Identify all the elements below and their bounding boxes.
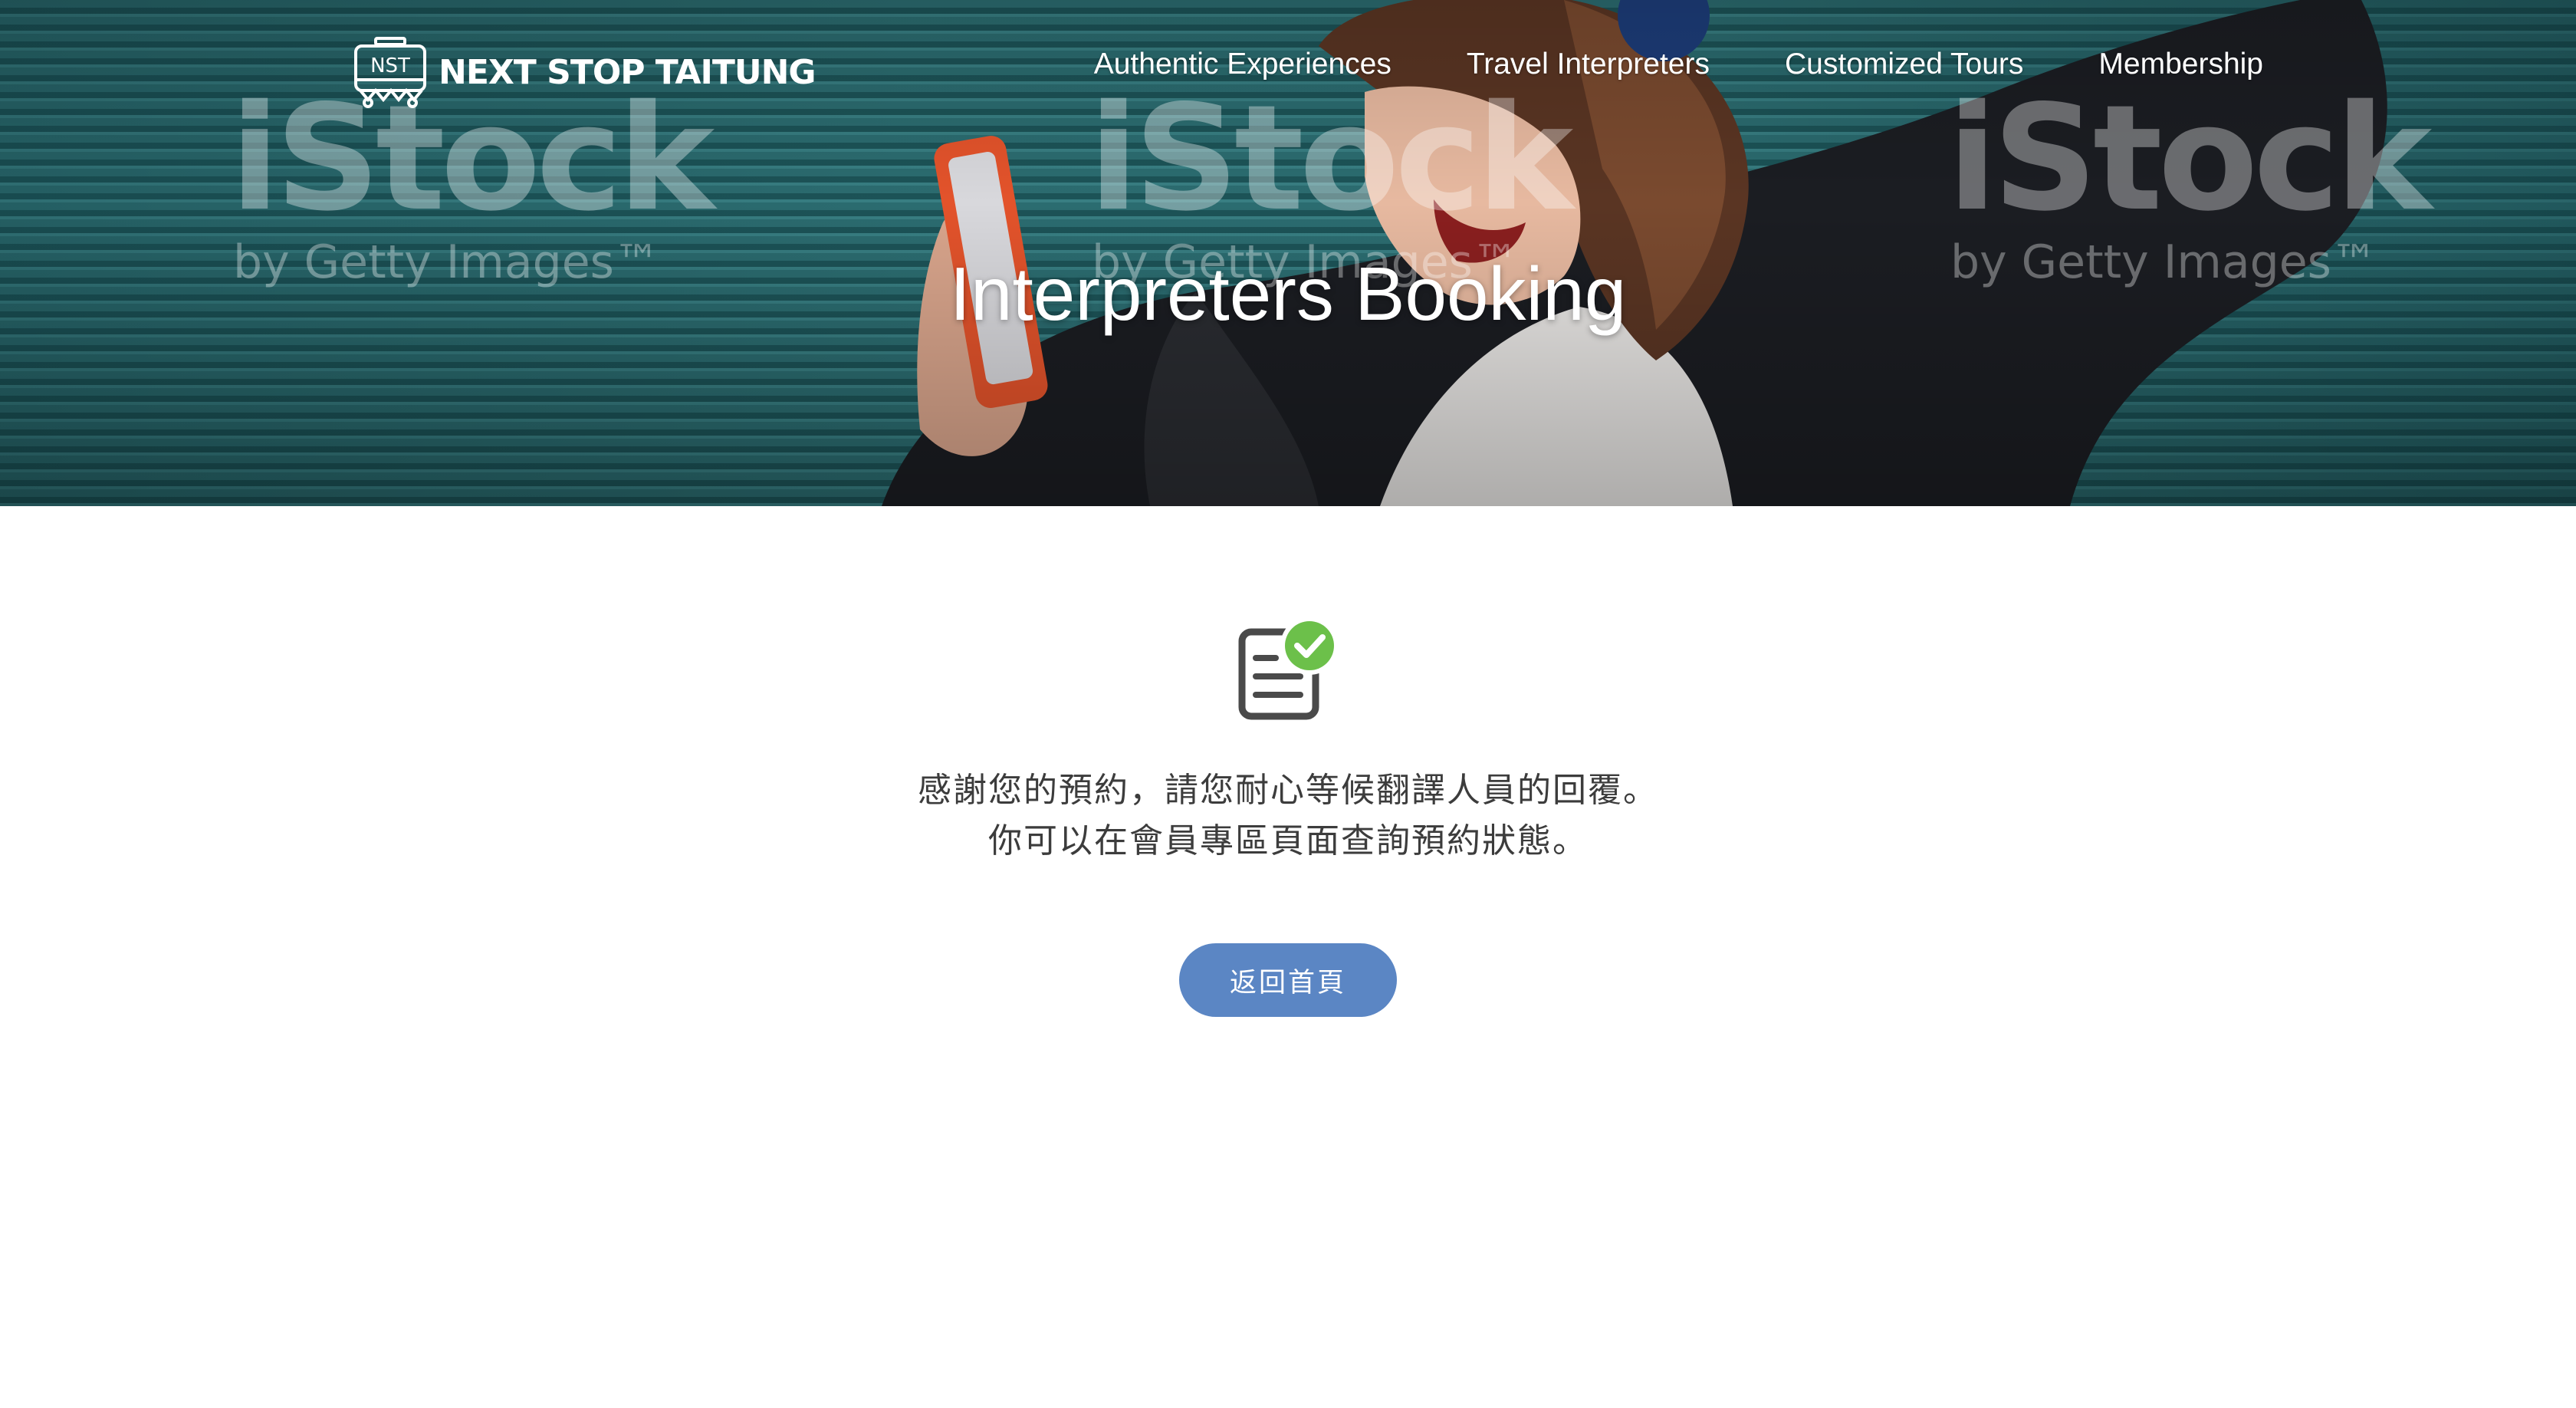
site-logo[interactable]: NST NEXT STOP TAITUNG [353, 35, 816, 109]
nav-travel-interpreters[interactable]: Travel Interpreters [1467, 48, 1710, 81]
nav-membership[interactable]: Membership [2098, 48, 2263, 81]
back-to-home-button[interactable]: 返回首頁 [1179, 943, 1397, 1017]
document-check-icon [1238, 617, 1339, 720]
hero-banner: iStock by Getty Images™ iStock by Getty … [0, 0, 2576, 506]
page-title: Interpreters Booking [949, 252, 1627, 336]
confirmation-line-2: 你可以在會員專區頁面查詢預約狀態。 [988, 821, 1588, 860]
confirmation-line-1: 感謝您的預約，請您耐心等候翻譯人員的回覆。 [918, 771, 1658, 810]
watermark-brand: iStock [1947, 74, 2432, 243]
logo-badge-text: NST [370, 54, 410, 77]
nav-customized-tours[interactable]: Customized Tours [1785, 48, 2023, 81]
train-logo-icon: NST [354, 37, 426, 108]
nav-authentic-experiences[interactable]: Authentic Experiences [1094, 48, 1392, 81]
site-name: NEXT STOP TAITUNG [439, 52, 816, 92]
main-nav: Authentic Experiences Travel Interpreter… [1094, 48, 2263, 81]
confirmation-message: 感謝您的預約，請您耐心等候翻譯人員的回覆。 你可以在會員專區頁面查詢預約狀態。 [0, 765, 2576, 867]
watermark-brand: iStock [1089, 74, 1573, 243]
